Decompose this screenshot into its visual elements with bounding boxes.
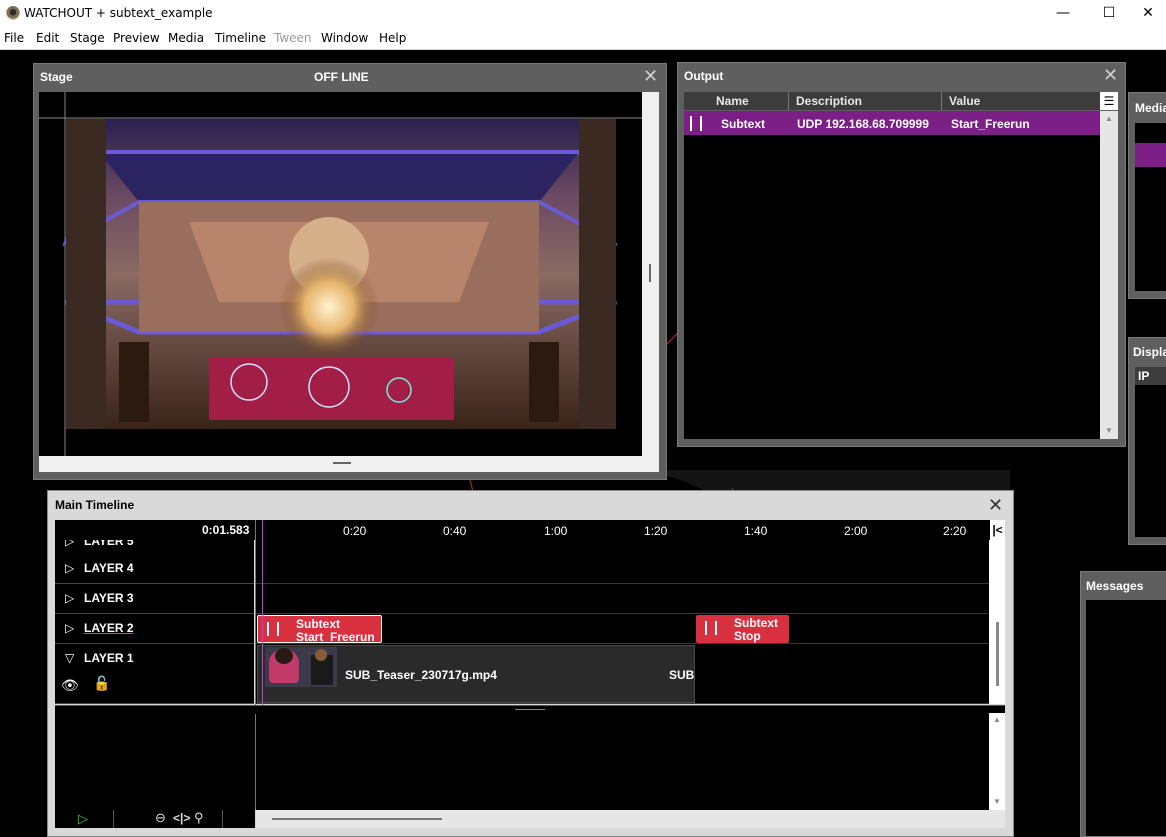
output-name: Subtext <box>721 117 766 131</box>
layer-row-3[interactable]: ▷ LAYER 3 <box>55 584 254 614</box>
timeline-vertical-scrollbar[interactable] <box>989 540 1005 704</box>
cue-label: Subtext <box>734 616 779 630</box>
stage-horizontal-scrollbar[interactable] <box>39 456 659 472</box>
display-panel-title: Displa <box>1133 345 1166 359</box>
stage-vertical-scrollbar[interactable] <box>642 92 659 456</box>
column-name[interactable]: Name <box>716 94 749 108</box>
menu-preview[interactable]: Preview <box>113 31 160 45</box>
layer-name: LAYER 3 <box>84 591 134 605</box>
layer-row-2[interactable]: ▷ LAYER 2 <box>55 614 254 644</box>
cue-label: Subtext <box>296 617 341 631</box>
layer-row-1[interactable]: ▽ LAYER 1 👁 🔓 <box>55 644 254 704</box>
track-layer-3[interactable] <box>255 584 989 614</box>
timeline-controls: ▷ ⊖ <|> ⚲ <box>55 810 255 828</box>
tick-label: 2:20 <box>943 524 967 538</box>
track-layer-4[interactable] <box>255 554 989 584</box>
subtext-cue-stop[interactable]: Subtext Stop <box>696 615 789 643</box>
cue-value: Start_Freerun <box>296 630 375 644</box>
column-value[interactable]: Value <box>949 94 980 108</box>
messages-panel: Messages <box>1080 571 1166 837</box>
expand-triangle-icon[interactable]: ▷ <box>65 561 74 575</box>
title-bar: WATCHOUT + subtext_example — ☐ ✕ <box>0 0 1166 27</box>
jump-to-start-icon[interactable]: |< <box>990 520 1005 540</box>
output-scrollbar[interactable]: ▲ ▼ <box>1100 111 1118 439</box>
timeline-ruler[interactable]: 0:01.583 0:20 0:40 1:00 1:20 1:40 2:00 2… <box>55 520 1005 540</box>
stage-canvas[interactable] <box>39 92 642 456</box>
output-close-icon[interactable]: ✕ <box>1103 67 1118 85</box>
close-window-button[interactable]: ✕ <box>1130 0 1166 27</box>
output-table-header: Name Description Value <box>684 92 1100 110</box>
menu-help[interactable]: Help <box>379 31 406 45</box>
subtext-cue-icon <box>267 622 279 636</box>
stage-title: Stage <box>40 70 73 84</box>
expand-triangle-icon[interactable]: ▷ <box>65 591 74 605</box>
tween-vertical-scrollbar[interactable]: ▲ ▼ <box>989 713 1005 810</box>
media-panel: Media <box>1128 92 1166 299</box>
menu-timeline[interactable]: Timeline <box>215 31 266 45</box>
expand-triangle-icon[interactable]: ▷ <box>65 621 74 635</box>
messages-panel-title: Messages <box>1086 579 1144 593</box>
media-file-tail: SUB <box>669 668 695 682</box>
tick-label: 2:00 <box>844 524 868 538</box>
tween-track-area[interactable] <box>256 713 989 810</box>
tick-label: 0:20 <box>343 524 367 538</box>
watchout-app-icon <box>6 6 20 20</box>
output-title: Output <box>684 69 724 83</box>
output-description: UDP 192.168.68.709999 <box>797 117 929 131</box>
output-row-subtext[interactable]: Subtext UDP 192.168.68.709999 Start_Free… <box>684 111 1100 135</box>
layer-name: LAYER 5 <box>84 540 134 548</box>
expand-triangle-icon[interactable]: ▷ <box>65 540 74 548</box>
layer-name: LAYER 2 <box>84 621 134 635</box>
timeline-close-icon[interactable]: ✕ <box>988 495 1003 516</box>
column-description[interactable]: Description <box>796 94 862 108</box>
media-cue-sub-teaser[interactable]: SUB_Teaser_230717g.mp4 SUB <box>257 645 695 703</box>
stage-status: OFF LINE <box>314 70 369 84</box>
track-layer-5[interactable] <box>255 540 989 555</box>
eye-icon[interactable]: 👁 <box>61 677 79 694</box>
display-panel: Displa IP Nu <box>1128 337 1166 545</box>
play-icon[interactable]: ▷ <box>78 811 88 827</box>
layer-row-4[interactable]: ▷ LAYER 4 <box>55 554 254 584</box>
zoom-in-icon[interactable]: ⚲ <box>194 810 204 826</box>
output-value: Start_Freerun <box>951 117 1030 131</box>
tween-layer-list[interactable] <box>55 713 255 810</box>
menu-stage[interactable]: Stage <box>70 31 105 45</box>
maximize-button[interactable]: ☐ <box>1086 0 1132 27</box>
cue-value: Stop <box>734 629 761 643</box>
menu-tween: Tween <box>274 31 312 45</box>
fit-zoom-icon[interactable]: <|> <box>173 811 190 825</box>
menu-window[interactable]: Window <box>321 31 368 45</box>
minimize-button[interactable]: — <box>1040 0 1086 27</box>
subtext-cue-start[interactable]: Subtext Start_Freerun <box>257 615 382 644</box>
collapse-triangle-icon[interactable]: ▽ <box>65 651 74 665</box>
menu-media[interactable]: Media <box>168 31 204 45</box>
stage-close-icon[interactable]: ✕ <box>643 68 658 86</box>
media-panel-title: Media <box>1135 101 1166 115</box>
output-menu-icon[interactable]: ☰ <box>1100 92 1118 110</box>
tick-label: 0:40 <box>443 524 467 538</box>
tick-label: 1:20 <box>644 524 668 538</box>
zoom-out-icon[interactable]: ⊖ <box>155 810 166 826</box>
layer-row-5[interactable]: ▷ LAYER 5 <box>55 540 254 555</box>
media-file-name: SUB_Teaser_230717g.mp4 <box>345 668 497 682</box>
output-list-area[interactable] <box>684 135 1100 439</box>
tick-label: 1:40 <box>744 524 768 538</box>
lock-icon[interactable]: 🔓 <box>93 675 110 692</box>
tick-label: 1:00 <box>544 524 568 538</box>
layer-name: LAYER 1 <box>84 651 134 665</box>
timeline-horizontal-scrollbar[interactable] <box>256 810 1005 828</box>
current-time: 0:01.583 <box>202 523 250 537</box>
stage-preview-image <box>39 92 642 456</box>
menu-edit[interactable]: Edit <box>36 31 59 45</box>
subtext-cue-icon <box>705 621 717 635</box>
subtext-output-icon <box>690 116 702 131</box>
menu-bar: File Edit Stage Preview Media Timeline T… <box>0 27 1166 50</box>
window-title: WATCHOUT + subtext_example <box>24 6 213 20</box>
timeline-title: Main Timeline <box>55 498 135 512</box>
layer-name: LAYER 4 <box>84 561 134 575</box>
media-thumbnail <box>265 647 337 687</box>
menu-file[interactable]: File <box>4 31 24 45</box>
